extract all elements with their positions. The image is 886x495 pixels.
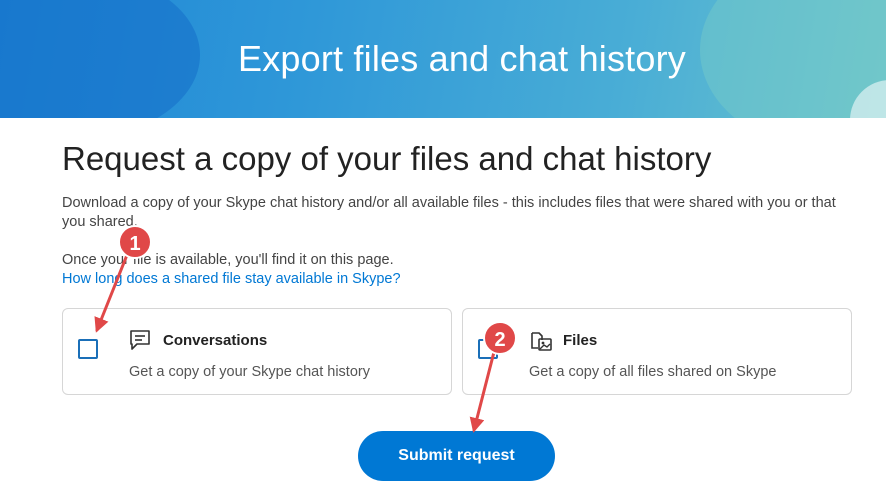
files-icon — [529, 329, 552, 351]
description-text: Download a copy of your Skype chat histo… — [62, 195, 836, 230]
files-subtitle: Get a copy of all files shared on Skype — [529, 364, 777, 380]
conversations-title: Conversations — [163, 332, 268, 349]
files-title: Files — [563, 332, 598, 349]
files-option-card[interactable]: Files Get a copy of all files shared on … — [462, 308, 852, 395]
conversations-checkbox[interactable] — [78, 339, 98, 359]
help-link[interactable]: How long does a shared file stay availab… — [62, 270, 401, 289]
annotation-badge-1: 1 — [118, 225, 152, 259]
submit-request-button[interactable]: Submit request — [358, 431, 555, 481]
banner-title: Export files and chat history — [237, 38, 686, 79]
availability-note: Once your file is available, you'll find… — [62, 252, 394, 268]
chat-icon — [129, 329, 151, 351]
conversations-option-card[interactable]: Conversations Get a copy of your Skype c… — [62, 308, 452, 395]
skype-export-page: Export files and chat history Request a … — [0, 0, 886, 495]
page-heading: Request a copy of your files and chat hi… — [62, 140, 712, 177]
annotation-badge-2: 2 — [483, 321, 517, 355]
header-banner: Export files and chat history — [0, 0, 886, 118]
conversations-subtitle: Get a copy of your Skype chat history — [129, 364, 370, 380]
